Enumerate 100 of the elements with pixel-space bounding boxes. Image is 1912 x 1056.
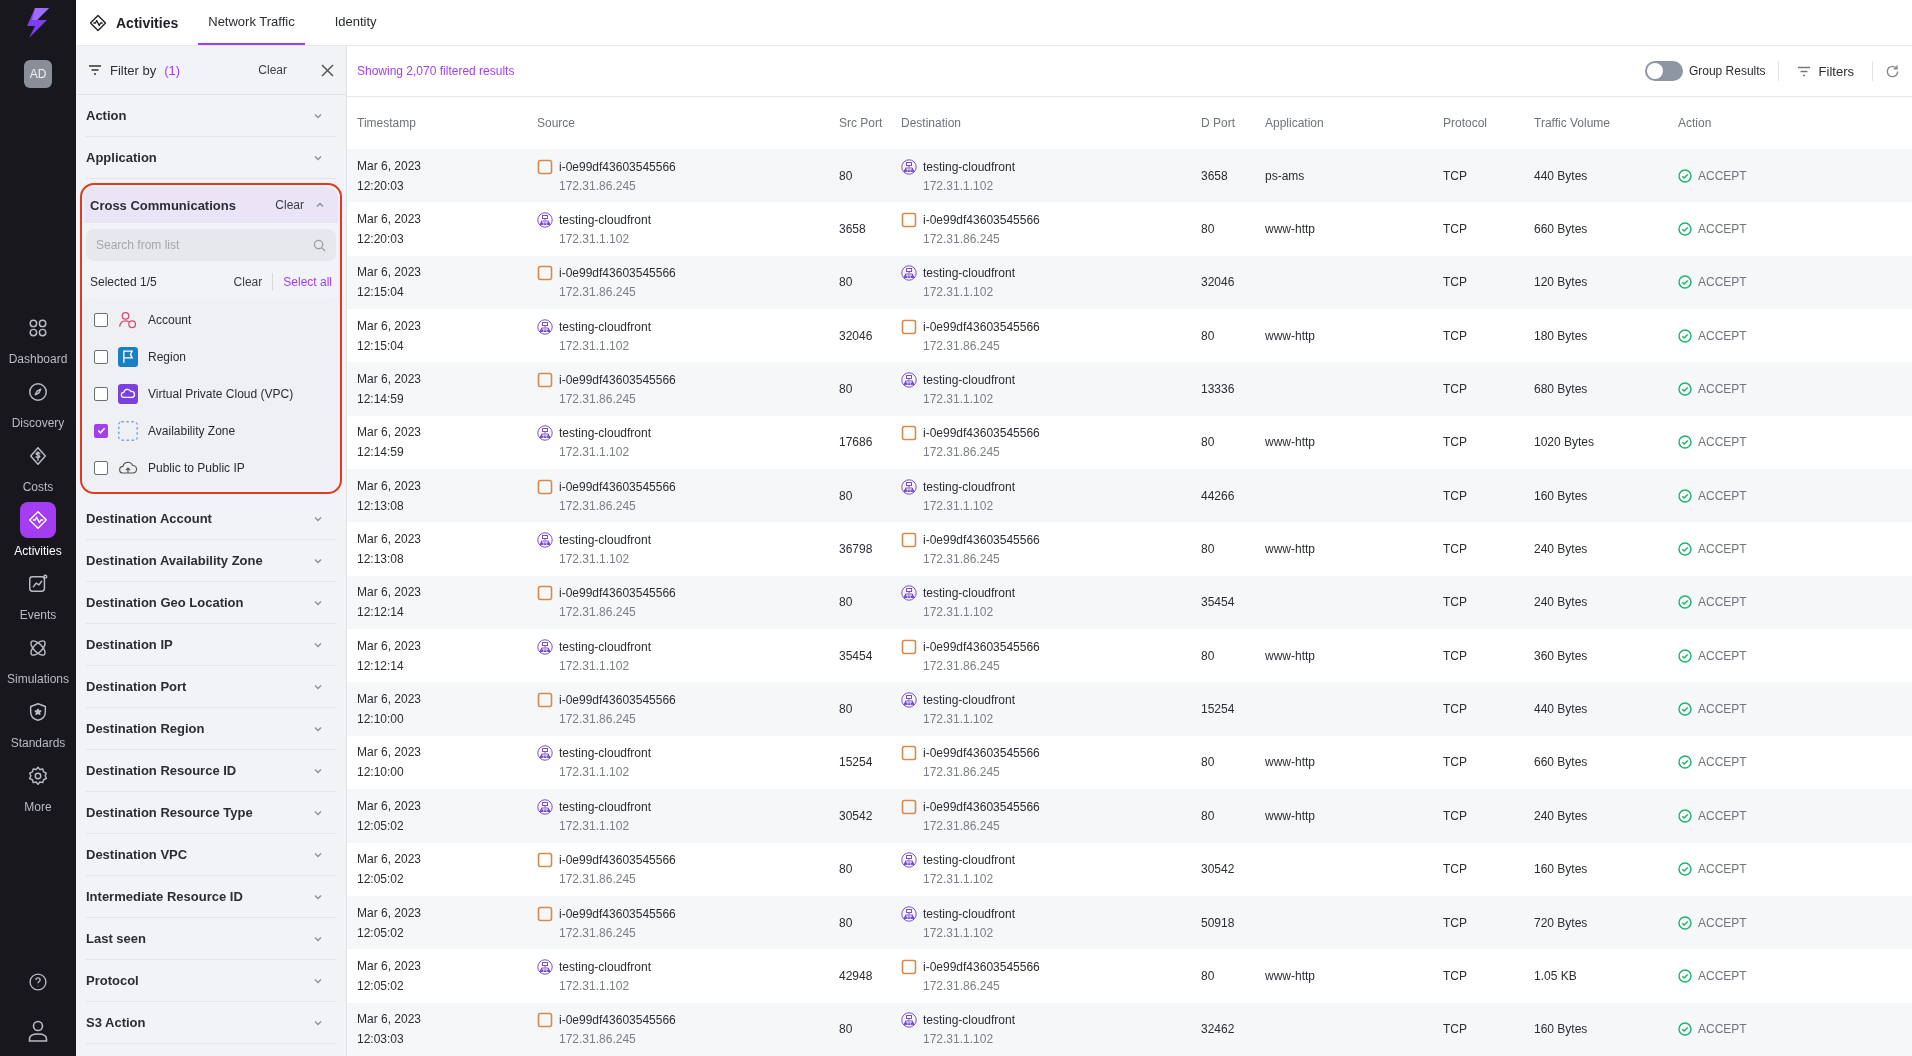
filter-section[interactable]: S3 Action [86,1002,336,1044]
ip-address: 172.31.1.102 [923,872,994,887]
action-status: ACCEPT [1698,168,1747,183]
table-cell-text: 13336 [1201,381,1236,396]
table-cell-text: 80 [1201,968,1216,983]
filter-section[interactable]: Destination Account [86,498,336,540]
table-cell-text: www-http [1265,328,1316,343]
filters-button[interactable]: Filters [1790,62,1860,80]
check-circle-icon [1678,435,1692,450]
filter-section[interactable]: Destination Port [86,666,336,708]
table-cell-text: 15254 [1201,702,1236,717]
ip-address: 172.31.86.245 [923,765,1000,780]
table-cell-text: 160 Bytes [1534,862,1589,877]
ip-address: 172.31.86.245 [559,391,636,406]
table-cell-text: 80 [839,1022,854,1037]
chip-icon [901,211,917,228]
filter-section[interactable]: Action [86,95,336,137]
group-results-toggle[interactable] [1644,61,1683,81]
table-cell-text: TCP [1443,862,1468,877]
timestamp-cell-text: Mar 6, 2023 12:05:02 [357,797,423,835]
toggle-label: Group Results [1688,64,1766,78]
nav-item[interactable]: Discovery [0,374,76,438]
table-cell-text: www-http [1265,808,1316,823]
column-header: D Port [1201,115,1236,130]
ip-address: 172.31.1.102 [923,391,994,406]
action-status: ACCEPT [1698,328,1747,343]
table-cell-text: 15254 [839,755,874,770]
refresh-icon[interactable] [1885,63,1900,79]
table-cell-text: 32462 [1201,1022,1236,1037]
resource-name: testing-cloudfront [559,746,652,761]
filter-section[interactable]: Destination Availability Zone [86,540,336,582]
checkbox[interactable] [94,423,108,438]
select-all-button[interactable]: Select all [272,273,336,291]
tab[interactable]: Identity [324,0,387,45]
filter-section[interactable]: Application [86,137,336,179]
checkbox[interactable] [94,386,108,401]
filter-section[interactable]: Intermediate Resource ID [86,876,336,918]
table-cell-text: 42948 [839,968,874,983]
timestamp-cell-text: Mar 6, 2023 12:05:02 [357,851,423,889]
checkbox[interactable] [94,460,108,475]
nav-item[interactable]: Dashboard [0,310,76,374]
table-cell-text: TCP [1443,542,1468,557]
search-field[interactable]: Search from list [86,229,336,261]
filter-section[interactable]: Destination Resource Type [86,792,336,834]
table-cell-text: 1020 Bytes [1534,435,1596,450]
table-cell-text: TCP [1443,221,1468,236]
column-header: Source [537,115,577,130]
network-icon [901,692,917,709]
timestamp-cell-text: Mar 6, 2023 12:15:04 [357,317,423,355]
table-cell-text: 440 Bytes [1534,702,1589,717]
filter-section[interactable]: Destination Resource ID [86,750,336,792]
nav-item[interactable]: Simulations [0,630,76,694]
resource-name: testing-cloudfront [559,426,652,441]
filter-title: Filter by [110,62,157,78]
clear-button[interactable]: Clear [271,196,308,214]
timestamp-cell-text: Mar 6, 2023 12:14:59 [357,370,423,408]
ip-address: 172.31.1.102 [923,178,994,193]
nav-item[interactable]: More [0,758,76,822]
clear-button[interactable]: Clear [229,273,267,291]
filter-section[interactable]: Destination Geo Location [86,582,336,624]
filter-section[interactable]: Destination Region [86,708,336,750]
table-cell-text: 80 [839,702,854,717]
clear-button[interactable]: Clear [254,61,291,79]
nav-item[interactable]: Standards [0,694,76,758]
filter-section[interactable]: Destination VPC [86,834,336,876]
chip-icon [537,265,553,282]
resource-name: testing-cloudfront [923,266,1016,281]
table-cell-text: 3658 [839,221,867,236]
action-status: ACCEPT [1698,862,1747,877]
filter-section-header[interactable]: Cross Communications Clear [84,187,338,223]
resource-name: testing-cloudfront [559,533,652,548]
table-cell-text: 80 [1201,808,1216,823]
resource-name: i-0e99df43603545566 [559,693,676,708]
table-cell-text: www-http [1265,968,1316,983]
ip-address: 172.31.86.245 [559,605,636,620]
nav-item[interactable]: Events [0,566,76,630]
ip-address: 172.31.86.245 [559,498,636,513]
filter-section[interactable]: Destination IP [86,624,336,666]
ip-address: 172.31.1.102 [559,552,630,567]
resource-name: i-0e99df43603545566 [923,212,1040,227]
table-cell-text: 80 [839,488,854,503]
nav-item[interactable]: Costs [0,438,76,502]
action-status: ACCEPT [1698,595,1747,610]
checkbox[interactable] [94,349,108,364]
table-cell-text: 32046 [1201,275,1236,290]
chip-icon [537,692,553,709]
chart-icon [27,573,49,595]
filter-section[interactable]: Last seen [86,918,336,960]
dollar-icon [27,445,49,467]
help-icon[interactable] [28,972,48,992]
filter-section[interactable]: Protocol [86,960,336,1002]
nav-item[interactable]: Activities [0,502,76,566]
checkbox[interactable] [94,312,108,327]
ip-address: 172.31.1.102 [923,712,994,727]
user-icon[interactable] [28,1020,48,1042]
close-icon[interactable] [321,63,334,77]
table-cell-text: 120 Bytes [1534,275,1589,290]
ip-address: 172.31.86.245 [923,818,1000,833]
network-icon [537,745,553,762]
action-status: ACCEPT [1698,381,1747,396]
